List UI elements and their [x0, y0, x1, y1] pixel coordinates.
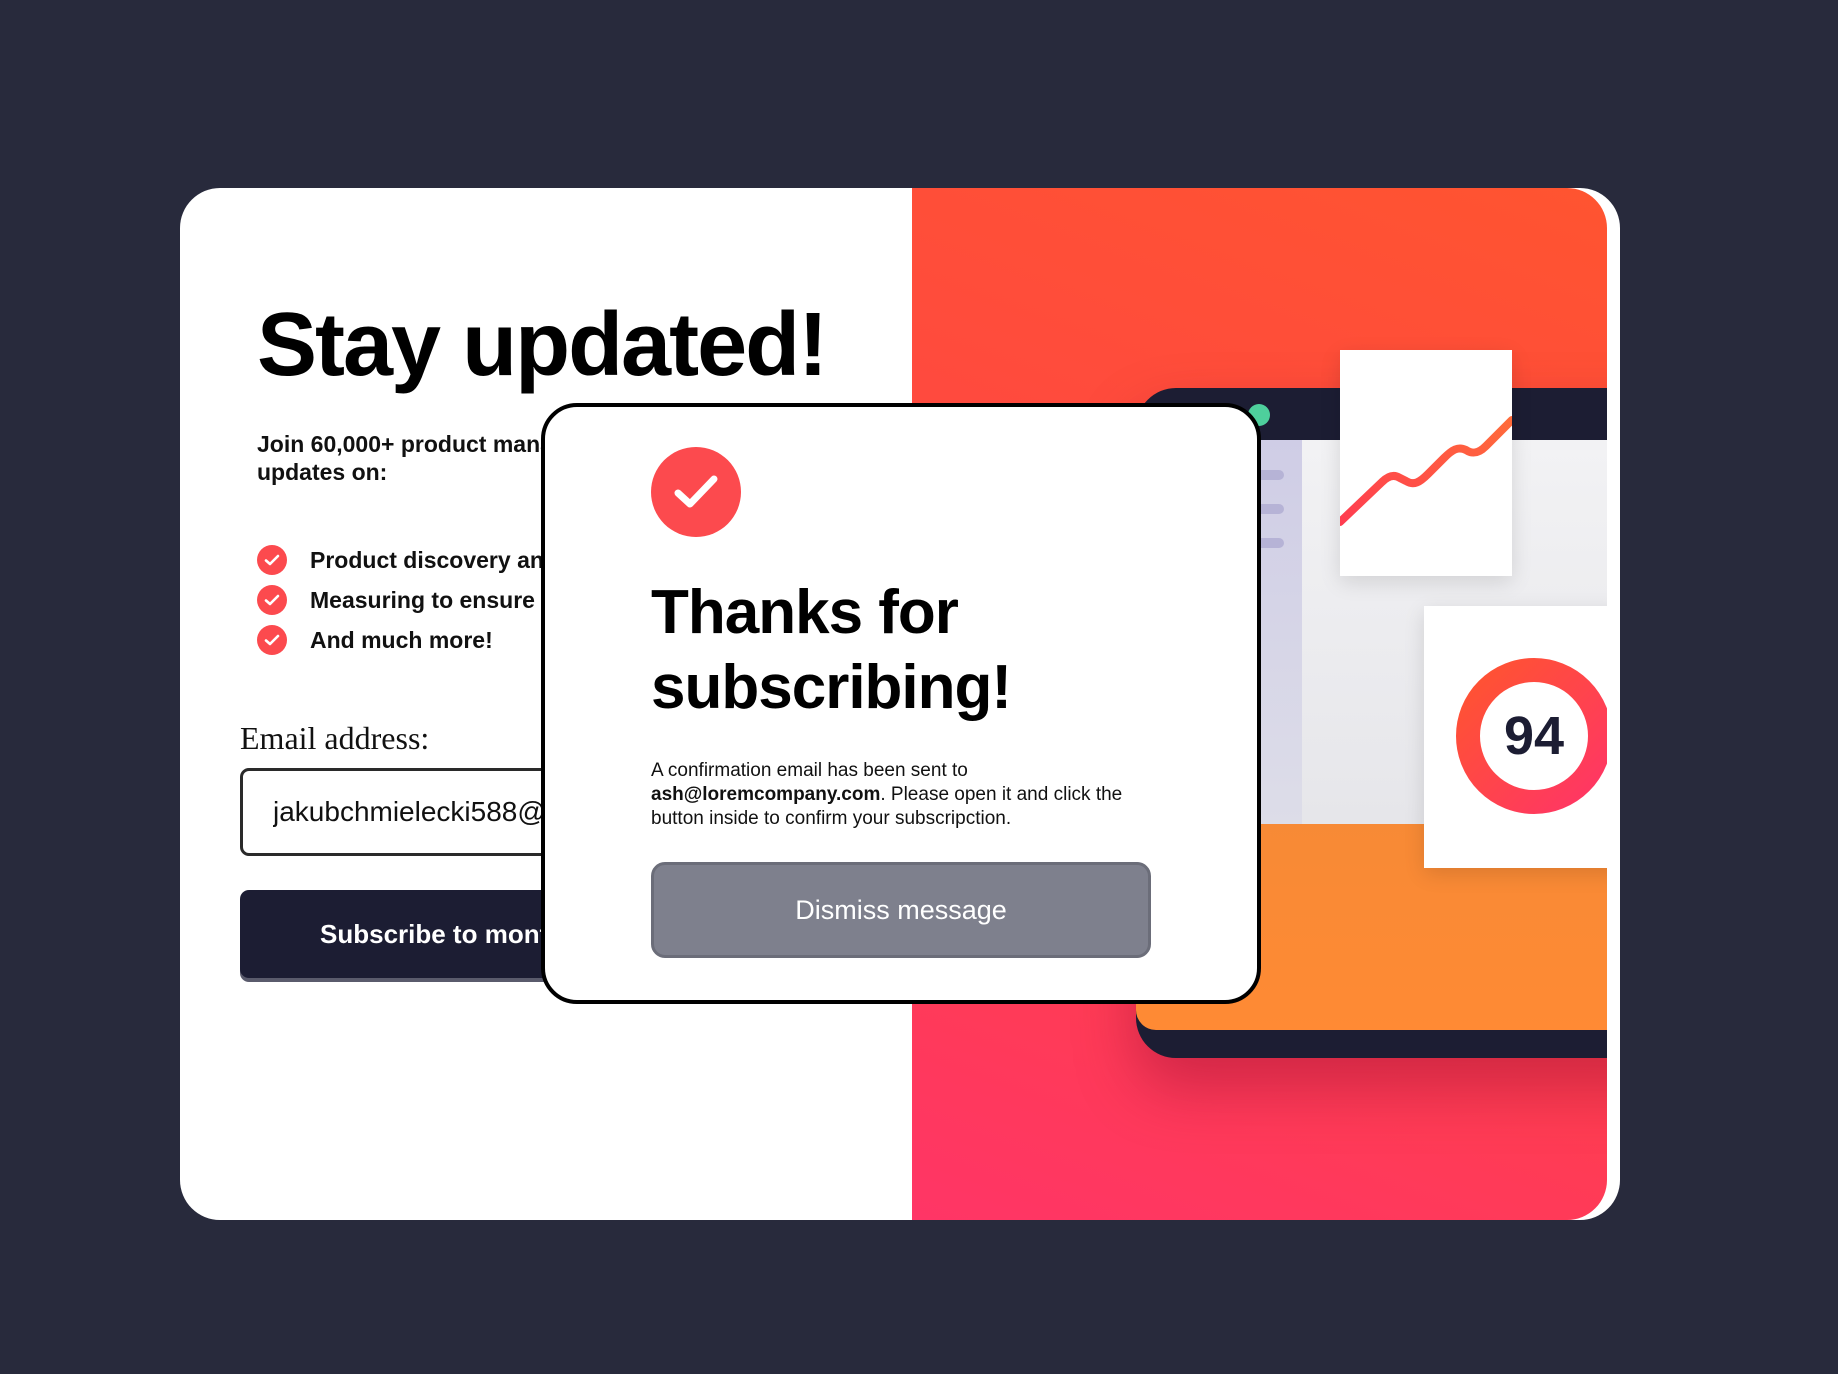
check-circle-icon — [257, 625, 287, 655]
modal-message: A confirmation email has been sent to as… — [651, 759, 1151, 831]
score-value: 94 — [1503, 706, 1565, 766]
feature-label: And much more! — [310, 626, 493, 653]
score-card: 94 — [1424, 606, 1607, 868]
dismiss-button[interactable]: Dismiss message — [651, 862, 1151, 958]
check-circle-icon — [257, 585, 287, 615]
success-check-icon — [651, 447, 741, 537]
check-circle-icon — [257, 545, 287, 575]
message-prefix: A confirmation email has been sent to — [651, 760, 968, 781]
confirmation-email: ash@loremcompany.com — [651, 784, 881, 805]
trend-line-icon — [1336, 416, 1516, 526]
modal-title: Thanks for subscribing! — [651, 578, 1012, 722]
success-modal: Thanks for subscribing! A confirmation e… — [541, 403, 1261, 1004]
page-title: Stay updated! — [257, 295, 828, 395]
email-label: Email address: — [240, 720, 430, 756]
trend-graph-card — [1336, 350, 1516, 576]
